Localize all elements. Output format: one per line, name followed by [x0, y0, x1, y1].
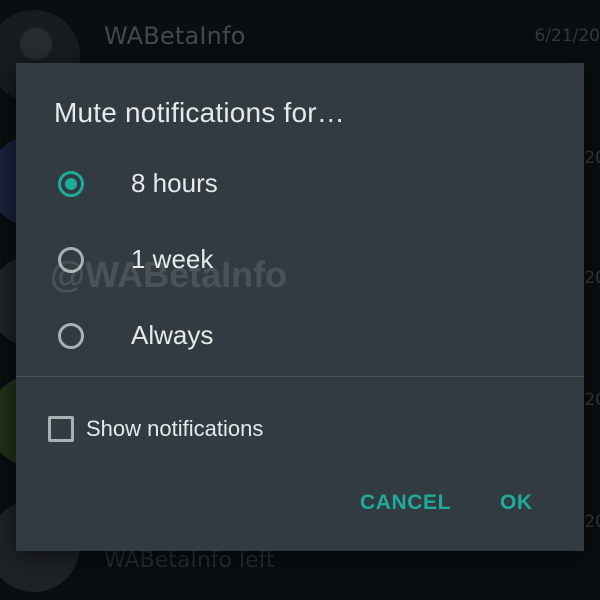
- dialog-title: Mute notifications for…: [54, 97, 345, 128]
- radio-checked-icon[interactable]: [58, 171, 84, 197]
- mute-dialog: Mute notifications for… 8 hours 1 week A…: [16, 63, 584, 551]
- option-label: Always: [131, 320, 214, 350]
- ok-button[interactable]: OK: [500, 491, 533, 515]
- radio-unchecked-icon[interactable]: [58, 247, 84, 273]
- option-label: 1 week: [131, 244, 214, 274]
- show-notifications-label: Show notifications: [86, 416, 264, 441]
- screen: WABetaInfo 6/21/20 20 20 20 20 WABetaInf…: [0, 0, 600, 600]
- radio-unchecked-icon[interactable]: [58, 323, 84, 349]
- divider: [16, 376, 584, 377]
- checkbox-icon[interactable]: [48, 416, 74, 442]
- option-always[interactable]: Always: [16, 308, 584, 368]
- cancel-button[interactable]: CANCEL: [360, 491, 451, 515]
- show-notifications-row[interactable]: Show notifications: [16, 408, 584, 452]
- option-1-week[interactable]: 1 week: [16, 232, 584, 292]
- option-label: 8 hours: [131, 168, 218, 198]
- option-8-hours[interactable]: 8 hours: [16, 156, 584, 216]
